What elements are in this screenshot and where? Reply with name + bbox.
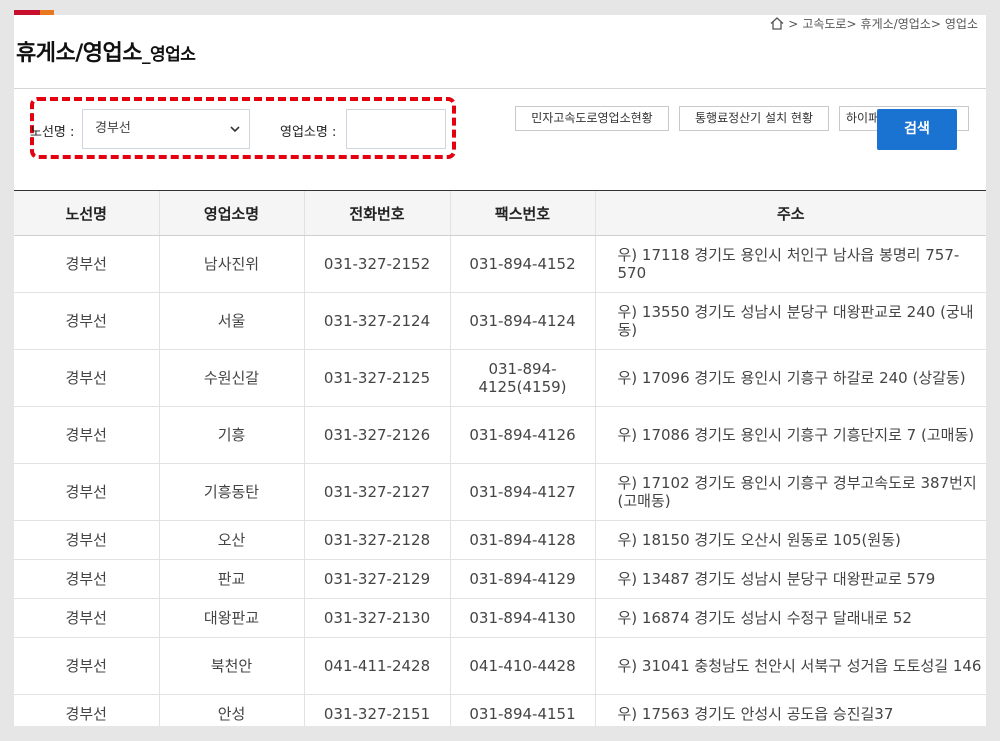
cell-fax: 031-894-4130 xyxy=(449,598,595,638)
col-address: 주소 xyxy=(594,191,986,236)
cell-fax: 031-894-4127 xyxy=(449,463,595,521)
cell-phone: 031-327-2129 xyxy=(303,559,450,599)
table-header-row: 노선명 영업소명 전화번호 팩스번호 주소 xyxy=(14,191,986,236)
table-row: 경부선 북천안 041-411-2428 041-410-4428 우) 310… xyxy=(14,637,986,695)
page-title-sub: _영업소 xyxy=(141,45,196,65)
private-highway-offices-button[interactable]: 민자고속도로영업소현황 xyxy=(515,106,669,131)
cell-phone: 031-327-2130 xyxy=(303,598,450,638)
route-select-value: 경부선 xyxy=(95,121,131,136)
cell-phone: 041-411-2428 xyxy=(303,637,450,695)
col-office-name: 영업소명 xyxy=(158,191,304,236)
cell-address: 우) 13487 경기도 성남시 분당구 대왕판교로 579 xyxy=(594,559,986,599)
cell-address: 우) 17563 경기도 안성시 공도읍 승진길37 xyxy=(594,694,986,726)
cell-fax: 031-894-4151 xyxy=(449,694,595,726)
cell-phone: 031-327-2128 xyxy=(303,520,450,560)
cell-phone: 031-327-2124 xyxy=(303,292,450,350)
table-row: 경부선 남사진위 031-327-2152 031-894-4152 우) 17… xyxy=(14,235,986,293)
cell-fax: 031-894-4129 xyxy=(449,559,595,599)
cell-office-name: 남사진위 xyxy=(158,235,304,293)
cell-route: 경부선 xyxy=(14,598,159,638)
office-table: 노선명 영업소명 전화번호 팩스번호 주소 경부선 남사진위 031-327-2… xyxy=(14,191,986,726)
table-row: 경부선 서울 031-327-2124 031-894-4124 우) 1355… xyxy=(14,292,986,350)
chevron-down-icon xyxy=(230,126,240,133)
breadcrumb-current: 영업소 xyxy=(944,17,978,31)
cell-address: 우) 17102 경기도 용인시 기흥구 경부고속도로 387번지 (고매동) xyxy=(594,463,986,521)
table-row: 경부선 수원신갈 031-327-2125 031-894-4125(4159)… xyxy=(14,349,986,407)
cell-fax: 031-894-4152 xyxy=(449,235,595,293)
cell-route: 경부선 xyxy=(14,694,159,726)
cell-route: 경부선 xyxy=(14,406,159,464)
cell-route: 경부선 xyxy=(14,463,159,521)
col-phone: 전화번호 xyxy=(303,191,450,236)
cell-address: 우) 18150 경기도 오산시 원동로 105(원동) xyxy=(594,520,986,560)
cell-address: 우) 17118 경기도 용인시 처인구 남사읍 봉명리 757-570 xyxy=(594,235,986,293)
home-icon[interactable] xyxy=(770,17,784,30)
cell-fax: 031-894-4128 xyxy=(449,520,595,560)
cell-office-name: 서울 xyxy=(158,292,304,350)
office-name-input[interactable] xyxy=(346,109,446,149)
cell-phone: 031-327-2125 xyxy=(303,349,450,407)
cell-fax: 031-894-4124 xyxy=(449,292,595,350)
cell-office-name: 기흥동탄 xyxy=(158,463,304,521)
toll-machine-status-button[interactable]: 통행료정산기 설치 현황 xyxy=(679,106,829,131)
cell-office-name: 수원신갈 xyxy=(158,349,304,407)
search-panel: 노선명 : 경부선 영업소명 : 민자고속도로영업소현황 통행료정산기 설치 현… xyxy=(14,88,986,169)
table-row: 경부선 안성 031-327-2151 031-894-4151 우) 1756… xyxy=(14,694,986,726)
cell-route: 경부선 xyxy=(14,637,159,695)
cell-route: 경부선 xyxy=(14,559,159,599)
cell-phone: 031-327-2152 xyxy=(303,235,450,293)
table-row: 경부선 대왕판교 031-327-2130 031-894-4130 우) 16… xyxy=(14,598,986,638)
cell-phone: 031-327-2151 xyxy=(303,694,450,726)
content-frame: > 고속도로> 휴게소/영업소> 영업소 휴게소/영업소_영업소 노선명 : 경… xyxy=(14,15,986,726)
breadcrumb-restarea[interactable]: 휴게소/영업소> xyxy=(861,15,941,32)
col-route: 노선명 xyxy=(14,191,159,236)
cell-office-name: 오산 xyxy=(158,520,304,560)
breadcrumb-highway[interactable]: 고속도로> xyxy=(802,15,856,32)
cell-office-name: 대왕판교 xyxy=(158,598,304,638)
page-title-main: 휴게소/영업소 xyxy=(16,41,142,66)
cell-route: 경부선 xyxy=(14,235,159,293)
office-name-label: 영업소명 : xyxy=(280,125,337,140)
table-row: 경부선 기흥동탄 031-327-2127 031-894-4127 우) 17… xyxy=(14,463,986,521)
table-row: 경부선 기흥 031-327-2126 031-894-4126 우) 1708… xyxy=(14,406,986,464)
cell-address: 우) 16874 경기도 성남시 수정구 달래내로 52 xyxy=(594,598,986,638)
cell-route: 경부선 xyxy=(14,349,159,407)
table-row: 경부선 오산 031-327-2128 031-894-4128 우) 1815… xyxy=(14,520,986,560)
cell-phone: 031-327-2126 xyxy=(303,406,450,464)
cell-office-name: 안성 xyxy=(158,694,304,726)
cell-office-name: 판교 xyxy=(158,559,304,599)
cell-address: 우) 17086 경기도 용인시 기흥구 기흥단지로 7 (고매동) xyxy=(594,406,986,464)
cell-fax: 031-894-4126 xyxy=(449,406,595,464)
table-row: 경부선 판교 031-327-2129 031-894-4129 우) 1348… xyxy=(14,559,986,599)
cell-office-name: 기흥 xyxy=(158,406,304,464)
cell-fax: 031-894-4125(4159) xyxy=(449,349,595,407)
cell-route: 경부선 xyxy=(14,520,159,560)
breadcrumb-sep: > xyxy=(788,16,799,31)
cell-route: 경부선 xyxy=(14,292,159,350)
route-label: 노선명 : xyxy=(30,125,75,140)
route-select[interactable]: 경부선 xyxy=(82,109,250,149)
cell-office-name: 북천안 xyxy=(158,637,304,695)
search-button[interactable]: 검색 xyxy=(877,109,957,150)
page-title: 휴게소/영업소_영업소 xyxy=(16,35,196,67)
cell-address: 우) 17096 경기도 용인시 기흥구 하갈로 240 (상갈동) xyxy=(594,349,986,407)
cell-address: 우) 31041 충청남도 천안시 서북구 성거읍 도토성길 146 xyxy=(594,637,986,695)
col-fax: 팩스번호 xyxy=(449,191,595,236)
cell-fax: 041-410-4428 xyxy=(449,637,595,695)
breadcrumb: > 고속도로> 휴게소/영업소> 영업소 xyxy=(770,15,978,32)
cell-phone: 031-327-2127 xyxy=(303,463,450,521)
cell-address: 우) 13550 경기도 성남시 분당구 대왕판교로 240 (궁내동) xyxy=(594,292,986,350)
